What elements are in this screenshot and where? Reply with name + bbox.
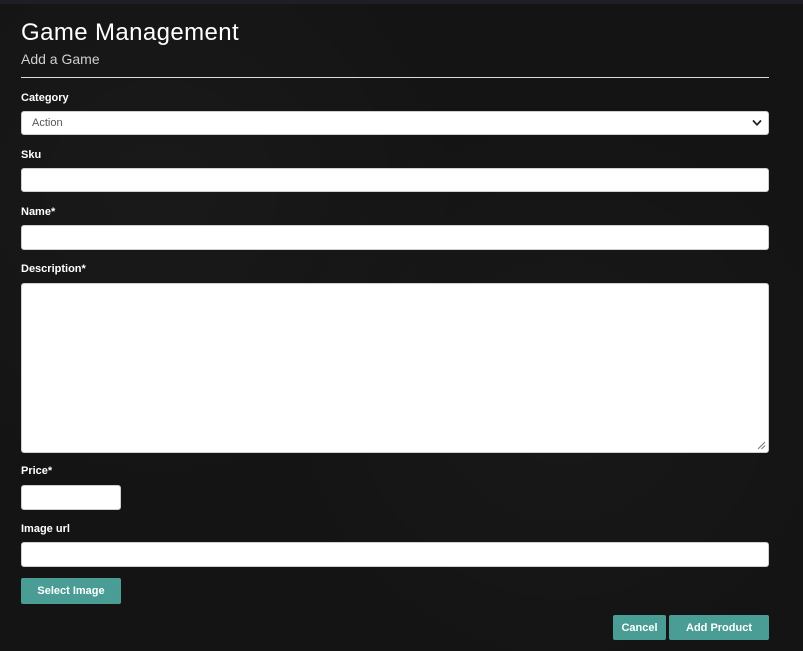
description-textarea[interactable] — [21, 283, 769, 453]
description-label: Description* — [21, 263, 86, 275]
top-strip — [0, 0, 803, 4]
image-url-input[interactable] — [21, 542, 769, 567]
image-url-label: Image url — [21, 523, 70, 535]
page-title: Game Management — [21, 19, 240, 46]
price-label: Price* — [21, 465, 53, 477]
page-subtitle: Add a Game — [21, 51, 100, 67]
name-input[interactable] — [21, 225, 769, 250]
select-image-button[interactable]: Select Image — [21, 578, 121, 604]
sku-input[interactable] — [21, 168, 769, 192]
header-divider — [21, 77, 769, 78]
chevron-down-icon — [752, 120, 762, 126]
category-selected-value: Action — [32, 117, 63, 129]
resize-handle-icon[interactable] — [757, 441, 766, 450]
price-input[interactable] — [21, 485, 121, 510]
name-label: Name* — [21, 206, 56, 218]
add-product-button[interactable]: Add Product — [669, 615, 769, 640]
category-label: Category — [21, 92, 69, 104]
sku-label: Sku — [21, 149, 42, 161]
cancel-button[interactable]: Cancel — [613, 615, 666, 640]
category-select[interactable]: Action — [21, 111, 769, 135]
